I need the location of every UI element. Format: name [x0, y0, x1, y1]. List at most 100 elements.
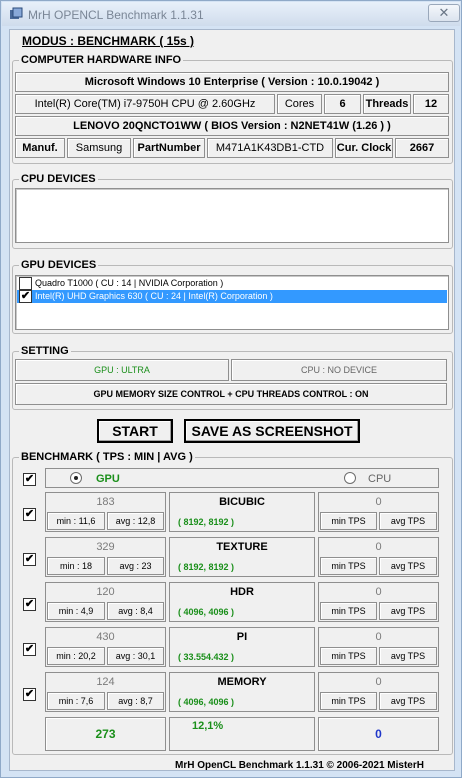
benchmark-title: BENCHMARK ( TPS : MIN | AVG ): [19, 451, 195, 463]
cpu-score: 0: [318, 717, 439, 751]
checkbox-unchecked[interactable]: [19, 277, 32, 290]
cpu-avg: avg TPS: [379, 647, 437, 665]
gpu-device-item-selected[interactable]: ✔ Intel(R) UHD Graphics 630 ( CU : 24 | …: [17, 290, 447, 303]
cpu-devices-list[interactable]: [15, 188, 449, 243]
clock-label: Cur. Clock: [335, 138, 393, 158]
gpu-min: min : 7,6: [47, 692, 105, 710]
cpu-min: min TPS: [320, 692, 377, 710]
partnumber-label: PartNumber: [133, 138, 205, 158]
gpu-device-label: Quadro T1000 ( CU : 14 | NVIDIA Corporat…: [35, 278, 224, 288]
test-checkbox[interactable]: ✔: [23, 508, 36, 521]
partnumber-value: M471A1K43DB1-CTD: [207, 138, 333, 158]
test-checkbox[interactable]: ✔: [23, 553, 36, 566]
cpu-avg: avg TPS: [379, 692, 437, 710]
control-field[interactable]: GPU MEMORY SIZE CONTROL + CPU THREADS CO…: [15, 383, 447, 405]
gpu-result-box: 183 min : 11,6 avg : 12,8: [45, 492, 166, 532]
cpu-devices-title: CPU DEVICES: [19, 173, 98, 185]
test-info-box: PI ( 33.554.432 ): [169, 627, 315, 667]
percent-value: 12,1%: [192, 720, 224, 732]
mode-label: MODUS : BENCHMARK ( 15s ): [22, 34, 195, 48]
gpu-tps: 183: [96, 496, 115, 508]
test-size: ( 8192, 8192 ): [178, 562, 235, 572]
gpu-result-box: 430 min : 20,2 avg : 30,1: [45, 627, 166, 667]
test-name: HDR: [230, 586, 254, 598]
gpu-result-box: 329 min : 18 avg : 23: [45, 537, 166, 577]
gpu-avg: avg : 12,8: [107, 512, 164, 530]
gpu-tps: 329: [96, 541, 115, 553]
cpu-result-box: 0 min TPS avg TPS: [318, 672, 439, 712]
gpu-device-label: Intel(R) UHD Graphics 630 ( CU : 24 | In…: [35, 291, 273, 301]
cpu-radio-label: CPU: [368, 473, 392, 485]
setting-title: SETTING: [19, 345, 71, 357]
title-bar[interactable]: MrH OPENCL Benchmark 1.1.31 ✕: [2, 2, 460, 26]
benchmark-all-checkbox[interactable]: ✔: [23, 473, 36, 486]
close-button[interactable]: ✕: [428, 4, 460, 22]
cpu-tps: 0: [375, 676, 382, 688]
manuf-value: Samsung: [67, 138, 131, 158]
test-name: MEMORY: [217, 676, 267, 688]
clock-value: 2667: [395, 138, 449, 158]
cores-label: Cores: [277, 94, 322, 114]
percent-box: 12,1%: [169, 717, 315, 751]
test-name: BICUBIC: [219, 496, 265, 508]
cpu-radio[interactable]: [344, 472, 356, 484]
gpu-score: 273: [45, 717, 166, 751]
cpu-result-box: 0 min TPS avg TPS: [318, 492, 439, 532]
gpu-result-box: 124 min : 7,6 avg : 8,7: [45, 672, 166, 712]
gpu-avg: avg : 8,4: [107, 602, 164, 620]
cpu-avg: avg TPS: [379, 602, 437, 620]
test-info-box: MEMORY ( 4096, 4096 ): [169, 672, 315, 712]
app-icon: [10, 7, 23, 19]
test-checkbox[interactable]: ✔: [23, 688, 36, 701]
os-field: Microsoft Windows 10 Enterprise ( Versio…: [15, 72, 449, 92]
test-info-box: TEXTURE ( 8192, 8192 ): [169, 537, 315, 577]
test-size: ( 33.554.432 ): [178, 652, 235, 662]
cpu-mode-field[interactable]: CPU : NO DEVICE: [231, 359, 447, 381]
cpu-result-box: 0 min TPS avg TPS: [318, 582, 439, 622]
app-window: MrH OPENCL Benchmark 1.1.31 ✕ MODUS : BE…: [0, 0, 462, 778]
gpu-tps: 430: [96, 631, 115, 643]
cpu-min: min TPS: [320, 557, 377, 575]
cpu-tps: 0: [375, 541, 382, 553]
gpu-min: min : 4,9: [47, 602, 105, 620]
cpu-field: Intel(R) Core(TM) i7-9750H CPU @ 2.60GHz: [15, 94, 275, 114]
threads-label: Threads: [363, 94, 411, 114]
device-select-bar: GPU CPU: [45, 468, 439, 488]
hardware-title: COMPUTER HARDWARE INFO: [19, 54, 184, 66]
gpu-device-item[interactable]: Quadro T1000 ( CU : 14 | NVIDIA Corporat…: [17, 277, 447, 290]
window-title: MrH OPENCL Benchmark 1.1.31: [28, 8, 204, 22]
gpu-avg: avg : 30,1: [107, 647, 164, 665]
gpu-mode-field[interactable]: GPU : ULTRA: [15, 359, 229, 381]
start-button[interactable]: START: [97, 419, 173, 443]
cpu-avg: avg TPS: [379, 512, 437, 530]
gpu-min: min : 20,2: [47, 647, 105, 665]
cpu-min: min TPS: [320, 602, 377, 620]
test-name: TEXTURE: [216, 541, 268, 553]
cpu-tps: 0: [375, 631, 382, 643]
gpu-radio-label: GPU: [96, 473, 120, 485]
test-size: ( 8192, 8192 ): [178, 517, 235, 527]
manuf-label: Manuf.: [15, 138, 65, 158]
cpu-min: min TPS: [320, 647, 377, 665]
test-size: ( 4096, 4096 ): [178, 697, 235, 707]
gpu-tps: 120: [96, 586, 115, 598]
checkbox-checked[interactable]: ✔: [19, 290, 32, 303]
threads-value: 12: [413, 94, 449, 114]
test-info-box: HDR ( 4096, 4096 ): [169, 582, 315, 622]
cpu-tps: 0: [375, 586, 382, 598]
gpu-min: min : 11,6: [47, 512, 105, 530]
cpu-tps: 0: [375, 496, 382, 508]
gpu-devices-title: GPU DEVICES: [19, 259, 99, 271]
test-checkbox[interactable]: ✔: [23, 643, 36, 656]
gpu-avg: avg : 23: [107, 557, 164, 575]
gpu-min: min : 18: [47, 557, 105, 575]
gpu-devices-list: Quadro T1000 ( CU : 14 | NVIDIA Corporat…: [15, 275, 449, 330]
gpu-result-box: 120 min : 4,9 avg : 8,4: [45, 582, 166, 622]
gpu-radio[interactable]: [70, 472, 82, 484]
save-screenshot-button[interactable]: SAVE AS SCREENSHOT: [184, 419, 360, 443]
cpu-avg: avg TPS: [379, 557, 437, 575]
test-checkbox[interactable]: ✔: [23, 598, 36, 611]
cpu-result-box: 0 min TPS avg TPS: [318, 537, 439, 577]
bios-field: LENOVO 20QNCTO1WW ( BIOS Version : N2NET…: [15, 116, 449, 136]
cpu-result-box: 0 min TPS avg TPS: [318, 627, 439, 667]
